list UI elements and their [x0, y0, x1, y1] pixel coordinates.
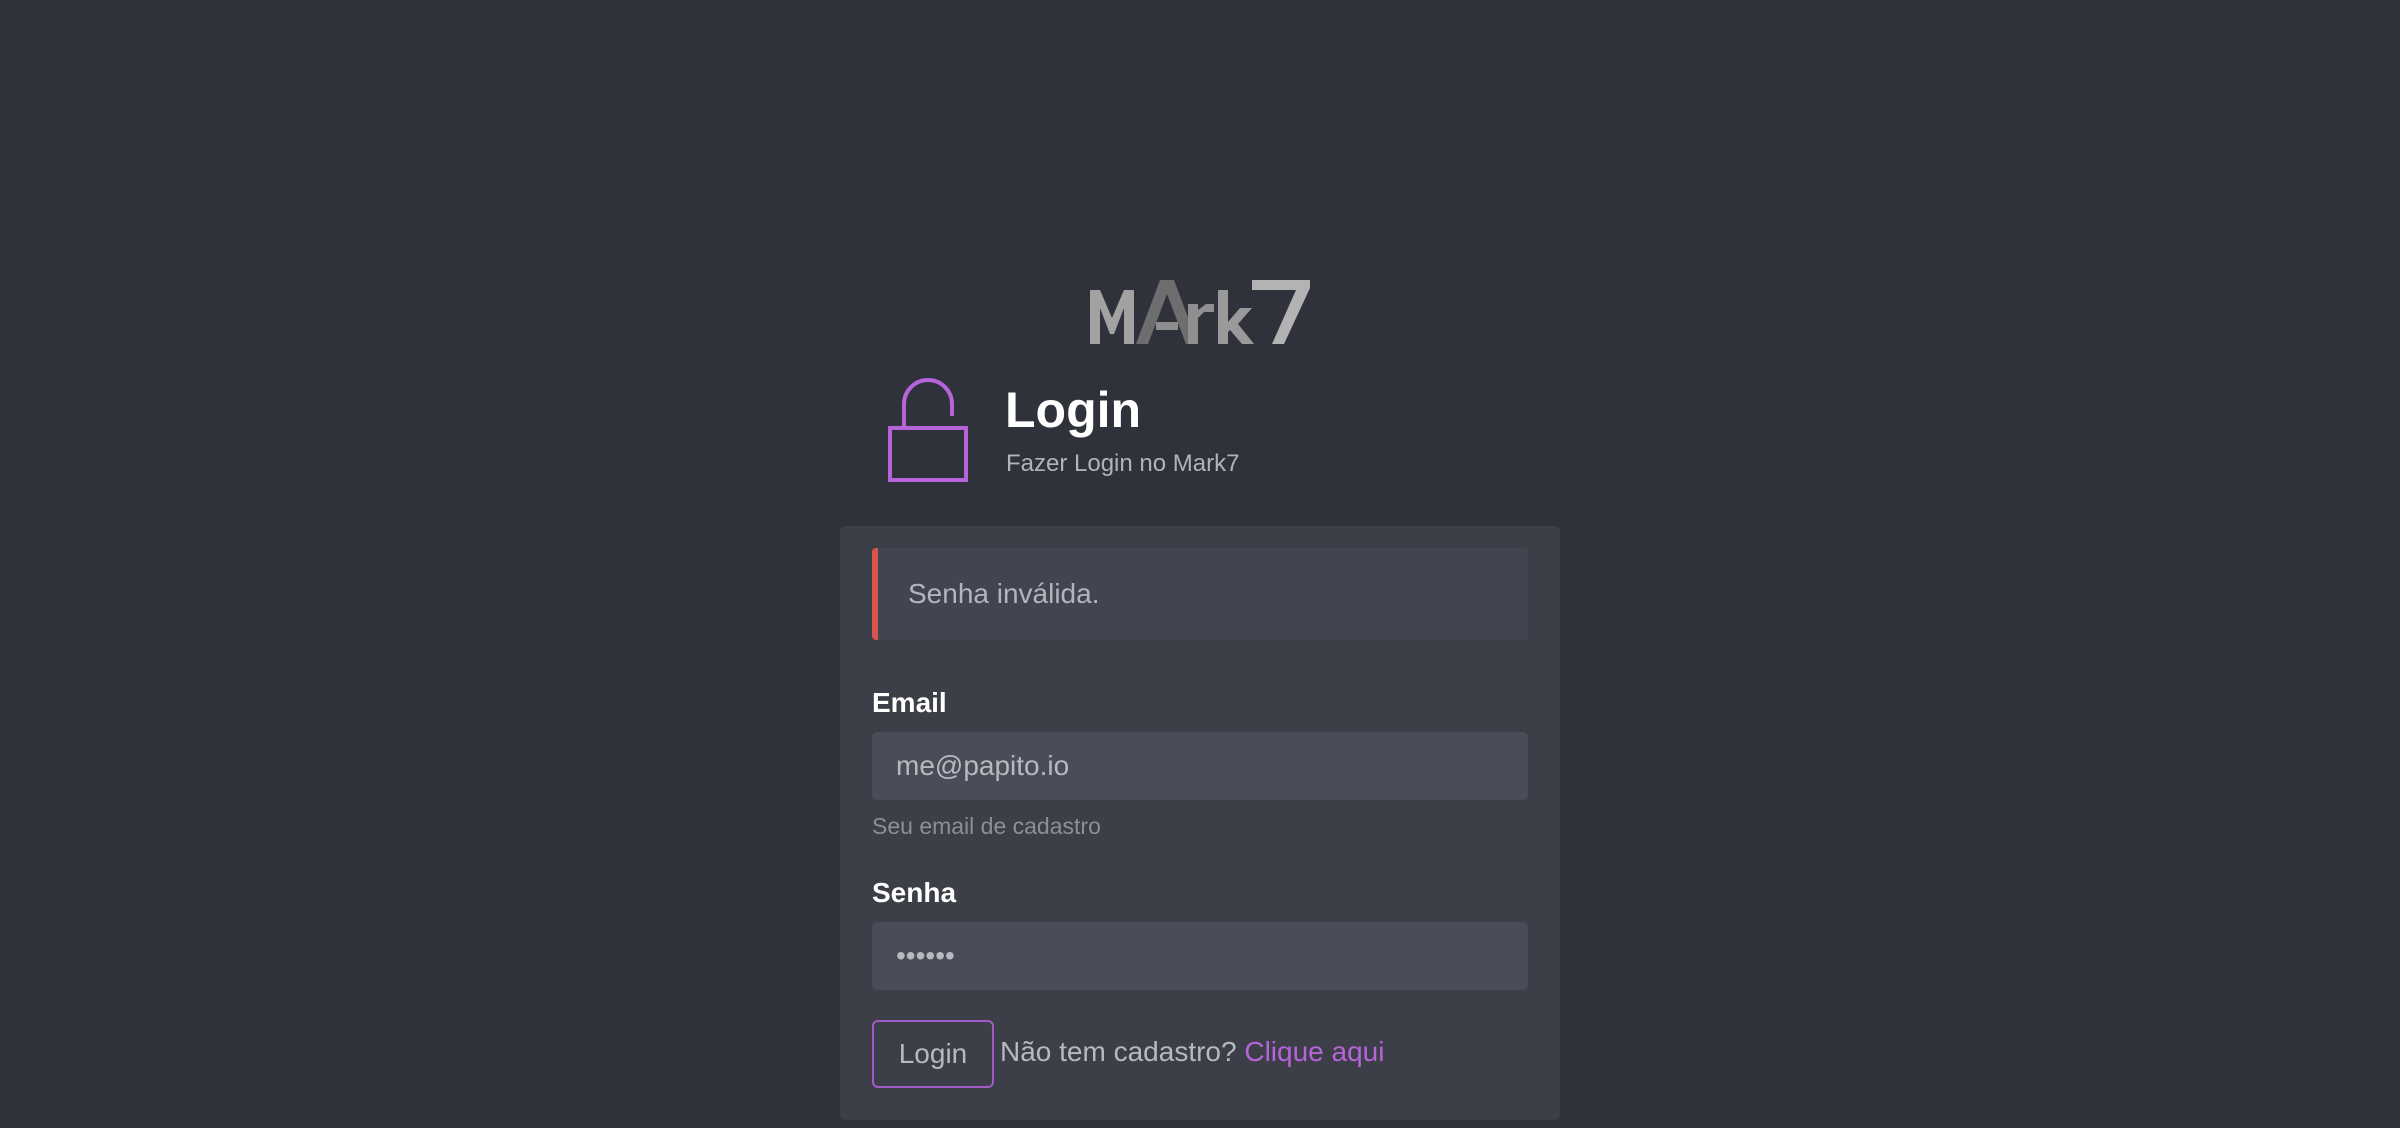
signup-link[interactable]: Clique aqui: [1244, 1036, 1384, 1067]
signup-prompt: Não tem cadastro? Clique aqui: [1000, 1034, 1384, 1070]
error-alert-message: Senha inválida.: [908, 578, 1100, 609]
error-alert: Senha inválida.: [872, 548, 1528, 640]
login-card: Senha inválida. Email Seu email de cadas…: [840, 526, 1560, 1120]
password-field[interactable]: [872, 922, 1528, 990]
password-label: Senha: [872, 877, 957, 908]
email-label: Email: [872, 687, 947, 718]
page-subtitle: Fazer Login no Mark7: [1006, 450, 1240, 477]
email-help-text: Seu email de cadastro: [872, 813, 1101, 839]
login-button[interactable]: Login: [872, 1020, 994, 1088]
unlocked-padlock-icon: [888, 378, 968, 482]
email-field[interactable]: [872, 732, 1528, 800]
page-title: Login: [1005, 382, 1142, 438]
mark7-logo-graphic: [1090, 280, 1310, 344]
mark7-logo: [1088, 276, 1312, 348]
signup-prompt-text: Não tem cadastro?: [1000, 1036, 1237, 1067]
